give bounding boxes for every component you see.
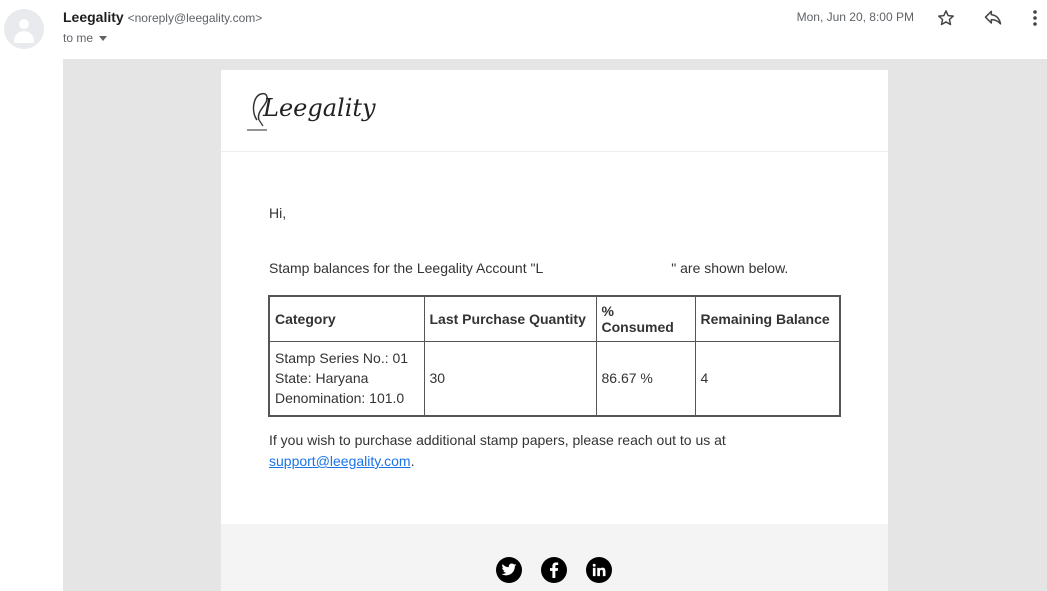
header-consumed: % Consumed <box>595 295 696 342</box>
avatar-body <box>14 31 34 43</box>
reply-icon <box>984 10 1002 25</box>
email-footer <box>221 524 888 591</box>
reply-button[interactable] <box>982 7 1004 29</box>
facebook-f-glyph <box>550 562 559 578</box>
redacted-account-name <box>543 262 672 277</box>
sender-name[interactable]: Leegality <box>63 9 124 25</box>
cell-consumed: 86.67 % <box>595 341 696 416</box>
email-content: Hi, Stamp balances for the Leegality Acc… <box>268 205 859 469</box>
outro-message: If you wish to purchase additional stamp… <box>269 432 726 448</box>
cell-quantity: 30 <box>423 341 597 416</box>
cell-category: Stamp Series No.: 01 State: Haryana Deno… <box>268 341 425 416</box>
sender-info: Leegality <noreply@leegality.com> <box>63 9 262 25</box>
intro-prefix: Stamp balances for the Leegality Account… <box>269 260 544 276</box>
recipient-label: to me <box>63 31 94 45</box>
category-series: Stamp Series No.: 01 <box>275 350 409 367</box>
twitter-icon[interactable] <box>496 557 522 583</box>
recipient-details-toggle[interactable]: to me <box>63 31 108 45</box>
email-body-canvas: Leegality Hi, Stamp balances for the Lee… <box>63 59 1047 591</box>
more-vert-icon <box>1033 10 1037 26</box>
logo-header: Leegality <box>221 70 888 152</box>
star-button[interactable] <box>935 7 957 29</box>
twitter-bird-glyph <box>501 563 517 576</box>
sender-avatar[interactable] <box>4 9 44 49</box>
table-row: Stamp Series No.: 01 State: Haryana Deno… <box>268 341 841 416</box>
stamp-balance-table: Category Last Purchase Quantity % Consum… <box>268 295 841 417</box>
email-date: Mon, Jun 20, 8:00 PM <box>796 10 914 24</box>
table-header-row: Category Last Purchase Quantity % Consum… <box>268 295 841 342</box>
sender-email: <noreply@leegality.com> <box>127 11 263 25</box>
support-email-link[interactable]: support@leegality.com <box>269 453 411 469</box>
header-last-purchase-quantity: Last Purchase Quantity <box>423 295 597 342</box>
header-remaining-balance: Remaining Balance <box>694 295 841 342</box>
linkedin-icon[interactable] <box>586 557 612 583</box>
svg-text:Leegality: Leegality <box>262 94 376 122</box>
more-options-button[interactable] <box>1024 7 1046 29</box>
avatar-head <box>19 19 29 29</box>
category-state: State: Haryana <box>275 370 369 387</box>
leegality-logo: Leegality <box>247 92 376 131</box>
header-category: Category <box>268 295 425 342</box>
linkedin-in-glyph <box>592 563 606 577</box>
intro-text: Stamp balances for the Leegality Account… <box>269 260 789 277</box>
star-icon <box>938 10 954 26</box>
chevron-down-icon <box>99 35 108 41</box>
outro-text: If you wish to purchase additional stamp… <box>269 430 726 472</box>
facebook-icon[interactable] <box>541 557 567 583</box>
intro-suffix: " are shown below. <box>671 260 789 276</box>
email-card: Leegality Hi, Stamp balances for the Lee… <box>221 70 888 591</box>
category-denomination: Denomination: 101.0 <box>275 390 405 407</box>
outro-period: . <box>410 453 415 469</box>
greeting: Hi, <box>269 205 287 221</box>
cell-remaining: 4 <box>694 341 841 416</box>
